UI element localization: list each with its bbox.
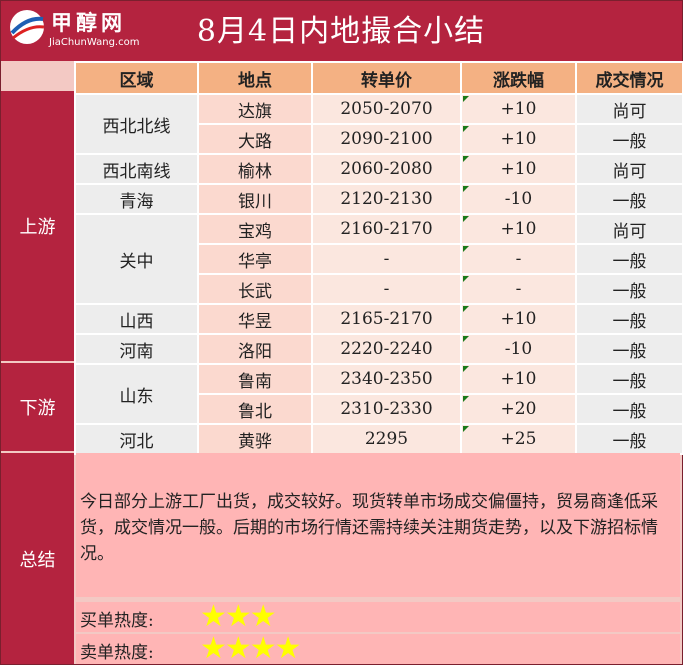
table-row: 青海 银川 2120-2130 -10 一般 — [74, 183, 683, 215]
sell-heat-stars-icon: ★★★★ — [200, 631, 302, 666]
location-cell: 大路 — [197, 123, 313, 155]
section-labels: 上游 下游 总结 — [1, 61, 74, 664]
deal-cell: 一般 — [575, 303, 683, 335]
region-cell: 西北南线 — [74, 153, 199, 185]
region-cell: 河南 — [74, 333, 199, 365]
price-cell: - — [311, 273, 462, 305]
buy-heat-row: 买单热度: ★★★ — [76, 602, 680, 632]
logo-chinese-text: 甲醇网 — [51, 10, 126, 35]
price-cell: 2220-2240 — [311, 333, 462, 365]
change-cell: +10 — [460, 153, 577, 185]
deal-cell: 一般 — [575, 243, 683, 275]
location-cell: 榆林 — [197, 153, 313, 185]
sell-heat-row: 卖单热度: ★★★★ — [76, 634, 680, 664]
change-cell: +10 — [460, 213, 577, 245]
deal-cell: 一般 — [575, 123, 683, 155]
section-upstream: 上游 — [1, 91, 74, 361]
region-cell: 山东 — [74, 363, 199, 425]
table-row: 关中 宝鸡 2160-2170 +10 尚可 — [74, 213, 683, 305]
price-cell: - — [311, 243, 462, 275]
deal-cell: 尚可 — [575, 213, 683, 245]
price-table: 区域 地点 转单价 涨跌幅 成交情况 西北北线 达旗 2050-2070 +10 尚可大… — [74, 61, 683, 455]
price-cell: 2050-2070 — [311, 93, 462, 125]
column-header: 涨跌幅 — [460, 61, 577, 95]
change-cell: - — [460, 243, 577, 275]
table-row: 西北北线 达旗 2050-2070 +10 尚可 — [74, 93, 683, 155]
price-cell: 2295 — [311, 423, 462, 455]
change-cell: - — [460, 273, 577, 305]
column-header: 区域 — [74, 61, 199, 95]
logo-english-text: JiaChunWang.com — [49, 37, 140, 48]
change-cell: +20 — [460, 393, 577, 425]
location-cell: 华亭 — [197, 243, 313, 275]
deal-cell: 尚可 — [575, 153, 683, 185]
change-cell: +10 — [460, 123, 577, 155]
location-cell: 长武 — [197, 273, 313, 305]
report-card: 甲醇网 JiaChunWang.com 8月4日内地撮合小结 上游 下游 总结 … — [0, 0, 683, 665]
deal-cell: 一般 — [575, 333, 683, 365]
deal-cell: 一般 — [575, 423, 683, 455]
section-downstream: 下游 — [1, 363, 74, 451]
summary-text: 今日部分上游工厂出货，成交较好。现货转单市场成交偏僵持，贸易商逢低采货，成交情况… — [76, 453, 680, 597]
table-row: 河北 黄骅 2295 +25 一般 — [74, 423, 683, 455]
region-cell: 青海 — [74, 183, 199, 215]
sell-heat-label: 卖单热度: — [80, 643, 154, 663]
location-cell: 鲁南 — [197, 363, 313, 395]
change-cell: +10 — [460, 303, 577, 335]
region-cell: 山西 — [74, 303, 199, 335]
table-row: 河南 洛阳 2220-2240 -10 一般 — [74, 333, 683, 365]
change-cell: -10 — [460, 333, 577, 365]
change-cell: +10 — [460, 93, 577, 125]
section-summary: 总结 — [1, 453, 74, 664]
region-cell: 西北北线 — [74, 93, 199, 155]
column-header: 成交情况 — [575, 61, 683, 95]
price-cell: 2165-2170 — [311, 303, 462, 335]
change-cell: +25 — [460, 423, 577, 455]
deal-cell: 尚可 — [575, 93, 683, 125]
buy-heat-stars-icon: ★★★ — [200, 599, 277, 634]
table-header-row: 区域 地点 转单价 涨跌幅 成交情况 — [74, 61, 683, 95]
location-cell: 达旗 — [197, 93, 313, 125]
region-cell: 关中 — [74, 213, 199, 305]
location-cell: 银川 — [197, 183, 313, 215]
page-title: 8月4日内地撮合小结 — [196, 14, 486, 49]
buy-heat-label: 买单热度: — [80, 611, 154, 631]
price-cell: 2120-2130 — [311, 183, 462, 215]
globe-logo-icon — [10, 10, 45, 44]
deal-cell: 一般 — [575, 363, 683, 395]
price-cell: 2310-2330 — [311, 393, 462, 425]
table-row: 山东 鲁南 2340-2350 +10 一般 — [74, 363, 683, 425]
price-cell: 2090-2100 — [311, 123, 462, 155]
table-row: 山西 华昱 2165-2170 +10 一般 — [74, 303, 683, 335]
location-cell: 宝鸡 — [197, 213, 313, 245]
column-header: 地点 — [197, 61, 313, 95]
price-cell: 2340-2350 — [311, 363, 462, 395]
column-header: 转单价 — [311, 61, 462, 95]
price-cell: 2160-2170 — [311, 213, 462, 245]
price-cell: 2060-2080 — [311, 153, 462, 185]
logo: 甲醇网 JiaChunWang.com — [5, 5, 145, 57]
change-cell: -10 — [460, 183, 577, 215]
deal-cell: 一般 — [575, 393, 683, 425]
deal-cell: 一般 — [575, 183, 683, 215]
table-row: 西北南线 榆林 2060-2080 +10 尚可 — [74, 153, 683, 185]
change-cell: +10 — [460, 363, 577, 395]
deal-cell: 一般 — [575, 273, 683, 305]
location-cell: 鲁北 — [197, 393, 313, 425]
region-cell: 河北 — [74, 423, 199, 455]
location-cell: 华昱 — [197, 303, 313, 335]
header-bar: 甲醇网 JiaChunWang.com 8月4日内地撮合小结 — [1, 1, 682, 61]
location-cell: 洛阳 — [197, 333, 313, 365]
location-cell: 黄骅 — [197, 423, 313, 455]
